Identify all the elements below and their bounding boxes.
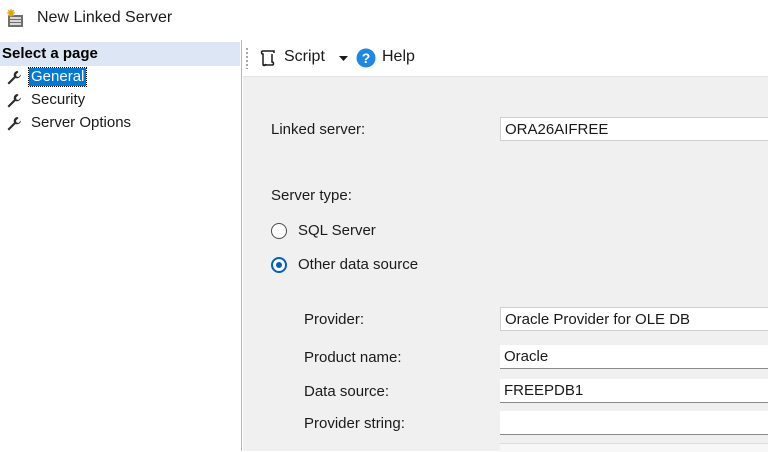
window-title: New Linked Server bbox=[37, 9, 173, 26]
data-source-input[interactable] bbox=[500, 379, 768, 403]
sidebar-item-general[interactable]: General bbox=[0, 67, 240, 89]
sidebar-item-server-options[interactable]: Server Options bbox=[0, 113, 240, 135]
provider-label: Provider: bbox=[304, 311, 365, 328]
server-type-label: Server type: bbox=[271, 187, 352, 204]
provider-select[interactable] bbox=[500, 307, 768, 331]
provider-string-label: Provider string: bbox=[304, 415, 405, 432]
script-label: Script bbox=[284, 48, 325, 65]
sql-server-radio-label: SQL Server bbox=[298, 222, 376, 239]
product-name-label: Product name: bbox=[304, 349, 402, 366]
product-name-input[interactable] bbox=[500, 345, 768, 369]
wrench-icon bbox=[7, 117, 21, 131]
data-source-label: Data source: bbox=[304, 383, 390, 400]
linked-server-input[interactable] bbox=[500, 117, 768, 141]
radio-unchecked-icon bbox=[271, 223, 287, 239]
radio-checked-icon bbox=[271, 257, 287, 273]
sidebar-item-label: General bbox=[27, 67, 88, 87]
wrench-icon bbox=[7, 94, 21, 108]
script-dropdown-button[interactable] bbox=[337, 44, 351, 72]
sql-server-radio[interactable]: SQL Server bbox=[271, 221, 471, 243]
help-icon: ? bbox=[356, 48, 376, 68]
app-icon bbox=[7, 9, 23, 27]
other-data-source-radio[interactable]: Other data source bbox=[271, 255, 471, 277]
sidebar-item-security[interactable]: Security bbox=[0, 90, 240, 112]
chevron-down-icon bbox=[339, 56, 348, 61]
help-label: Help bbox=[382, 48, 415, 65]
linked-server-label: Linked server: bbox=[271, 121, 366, 138]
script-icon bbox=[260, 50, 275, 67]
toolbar: Script ? Help bbox=[243, 40, 768, 77]
title-bar: New Linked Server bbox=[0, 0, 768, 40]
wrench-icon bbox=[7, 71, 21, 85]
help-button[interactable]: ? Help bbox=[356, 44, 422, 72]
select-page-header: Select a page bbox=[0, 42, 240, 66]
script-button[interactable]: Script bbox=[257, 44, 329, 72]
other-data-source-radio-label: Other data source bbox=[298, 256, 419, 273]
sidebar-item-label: Security bbox=[31, 91, 86, 108]
sidebar-item-label: Server Options bbox=[31, 114, 132, 131]
toolbar-grip[interactable] bbox=[246, 47, 248, 69]
page-selector-pane: Select a page General Security Server Op… bbox=[0, 40, 242, 451]
svg-text:?: ? bbox=[362, 50, 371, 66]
provider-string-input[interactable] bbox=[500, 411, 768, 435]
general-page: Linked server: Server type: SQL Server O… bbox=[243, 77, 768, 452]
